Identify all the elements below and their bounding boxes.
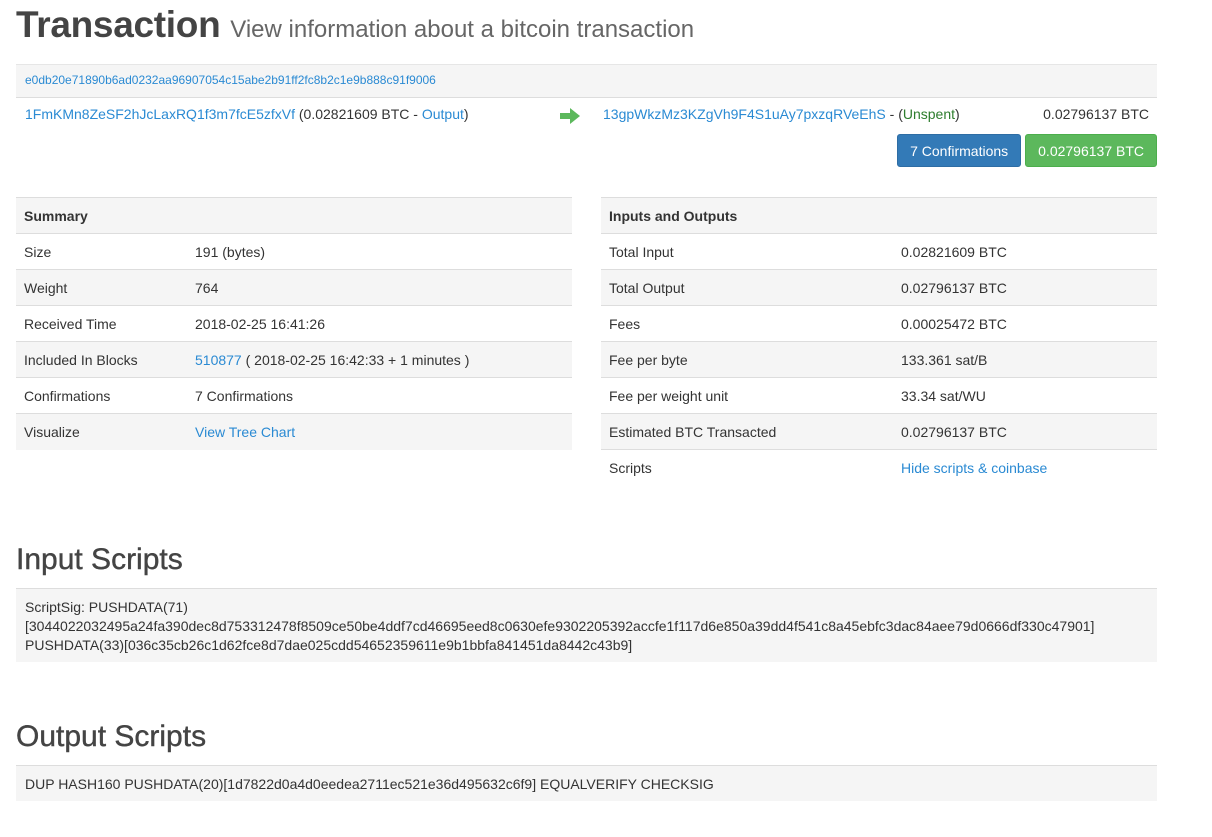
- summary-heading: Summary: [16, 197, 572, 234]
- input-scripts-box: ScriptSig: PUSHDATA(71) [3044022032495a2…: [16, 588, 1157, 662]
- table-row: Total Input 0.02821609 BTC: [601, 233, 1157, 270]
- input-address-link[interactable]: 1FmKMn8ZeSF2hJcLaxRQ1f3m7fcE5zfxVf: [25, 106, 295, 122]
- row-label: Confirmations: [16, 377, 187, 414]
- table-row: Fees 0.00025472 BTC: [601, 305, 1157, 342]
- tx-output: 13gpWkzMz3KZgVh9F4S1uAy7pxzqRVeEhS - (Un…: [603, 106, 960, 122]
- script-line: ScriptSig: PUSHDATA(71): [25, 599, 188, 615]
- row-value: 2018-02-25 16:41:26: [187, 305, 572, 342]
- output-scripts-heading: Output Scripts: [16, 720, 207, 753]
- row-label: Weight: [16, 269, 187, 306]
- table-row: Fee per weight unit 33.34 sat/WU: [601, 377, 1157, 414]
- tx-badges: 7 Confirmations 0.02796137 BTC: [897, 134, 1157, 167]
- row-value: 0.00025472 BTC: [893, 305, 1157, 342]
- row-label: Visualize: [16, 413, 187, 450]
- input-amount-close: ): [463, 106, 469, 122]
- page-subtitle: View information about a bitcoin transac…: [230, 16, 695, 43]
- table-row: Received Time 2018-02-25 16:41:26: [16, 305, 572, 342]
- script-line: [3044022032495a24fa390dec8d753312478f850…: [25, 618, 1095, 634]
- table-row: Confirmations 7 Confirmations: [16, 377, 572, 414]
- output-scripts-box: DUP HASH160 PUSHDATA(20)[1d7822d0a4d0eed…: [16, 765, 1157, 801]
- row-value: View Tree Chart: [187, 413, 572, 450]
- output-sep: - (: [885, 106, 903, 122]
- block-link[interactable]: 510877: [195, 352, 242, 368]
- right-arrow-icon: [560, 108, 580, 124]
- row-label: Scripts: [601, 449, 893, 486]
- io-heading: Inputs and Outputs: [601, 197, 1157, 234]
- table-row: Included In Blocks 510877 ( 2018-02-25 1…: [16, 341, 572, 378]
- input-scripts-heading: Input Scripts: [16, 543, 183, 576]
- row-value: 33.34 sat/WU: [893, 377, 1157, 414]
- row-value: Hide scripts & coinbase: [893, 449, 1157, 486]
- row-value: 764: [187, 269, 572, 306]
- arrow-shape: [560, 108, 580, 124]
- output-close: ): [955, 106, 960, 122]
- table-row: Scripts Hide scripts & coinbase: [601, 449, 1157, 486]
- table-row: Fee per byte 133.361 sat/B: [601, 341, 1157, 378]
- row-label: Received Time: [16, 305, 187, 342]
- row-label: Total Input: [601, 233, 893, 270]
- row-label: Fees: [601, 305, 893, 342]
- row-label: Total Output: [601, 269, 893, 306]
- row-label: Estimated BTC Transacted: [601, 413, 893, 450]
- row-value: 133.361 sat/B: [893, 341, 1157, 378]
- row-value: 0.02796137 BTC: [893, 413, 1157, 450]
- inputs-outputs-table: Inputs and Outputs Total Input 0.0282160…: [601, 197, 1157, 486]
- view-tree-chart-link[interactable]: View Tree Chart: [195, 424, 295, 440]
- total-value-button[interactable]: 0.02796137 BTC: [1025, 134, 1157, 167]
- output-address-link[interactable]: 13gpWkzMz3KZgVh9F4S1uAy7pxzqRVeEhS: [603, 106, 886, 122]
- page-header: Transaction View information about a bit…: [16, 4, 694, 46]
- hide-scripts-link[interactable]: Hide scripts & coinbase: [901, 460, 1047, 476]
- script-line: DUP HASH160 PUSHDATA(20)[1d7822d0a4d0eed…: [25, 776, 714, 792]
- row-label: Fee per byte: [601, 341, 893, 378]
- row-label: Fee per weight unit: [601, 377, 893, 414]
- confirmations-button[interactable]: 7 Confirmations: [897, 134, 1022, 167]
- page-title: Transaction: [16, 4, 221, 45]
- table-row: Estimated BTC Transacted 0.02796137 BTC: [601, 413, 1157, 450]
- table-row: Total Output 0.02796137 BTC: [601, 269, 1157, 306]
- summary-table: Summary Size 191 (bytes) Weight 764 Rece…: [16, 197, 572, 450]
- table-row: Size 191 (bytes): [16, 233, 572, 270]
- row-value: 0.02796137 BTC: [893, 269, 1157, 306]
- summary-header-row: Summary: [16, 197, 572, 234]
- tx-hash-bar: e0db20e71890b6ad0232aa96907054c15abe2b91…: [16, 64, 1157, 98]
- output-value: 0.02796137 BTC: [1043, 106, 1149, 122]
- tx-input: 1FmKMn8ZeSF2hJcLaxRQ1f3m7fcE5zfxVf (0.02…: [25, 106, 469, 122]
- row-label: Size: [16, 233, 187, 270]
- page: Transaction View information about a bit…: [0, 0, 1212, 837]
- table-row: Weight 764: [16, 269, 572, 306]
- io-header-row: Inputs and Outputs: [601, 197, 1157, 234]
- script-line: PUSHDATA(33)[036c35cb26c1d62fce8d7dae025…: [25, 637, 633, 653]
- input-amount-text: (0.02821609 BTC -: [298, 106, 422, 122]
- tx-io-row: 1FmKMn8ZeSF2hJcLaxRQ1f3m7fcE5zfxVf (0.02…: [16, 106, 1157, 128]
- row-value: 0.02821609 BTC: [893, 233, 1157, 270]
- row-value: 510877 ( 2018-02-25 16:42:33 + 1 minutes…: [187, 341, 572, 378]
- unspent-status: Unspent: [902, 106, 956, 122]
- row-value: 7 Confirmations: [187, 377, 572, 414]
- row-value: 191 (bytes): [187, 233, 572, 270]
- block-time: ( 2018-02-25 16:42:33 + 1 minutes ): [241, 351, 470, 368]
- table-row: Visualize View Tree Chart: [16, 413, 572, 450]
- row-label: Included In Blocks: [16, 341, 187, 378]
- input-output-link[interactable]: Output: [422, 106, 464, 122]
- tx-hash-link[interactable]: e0db20e71890b6ad0232aa96907054c15abe2b91…: [25, 73, 436, 87]
